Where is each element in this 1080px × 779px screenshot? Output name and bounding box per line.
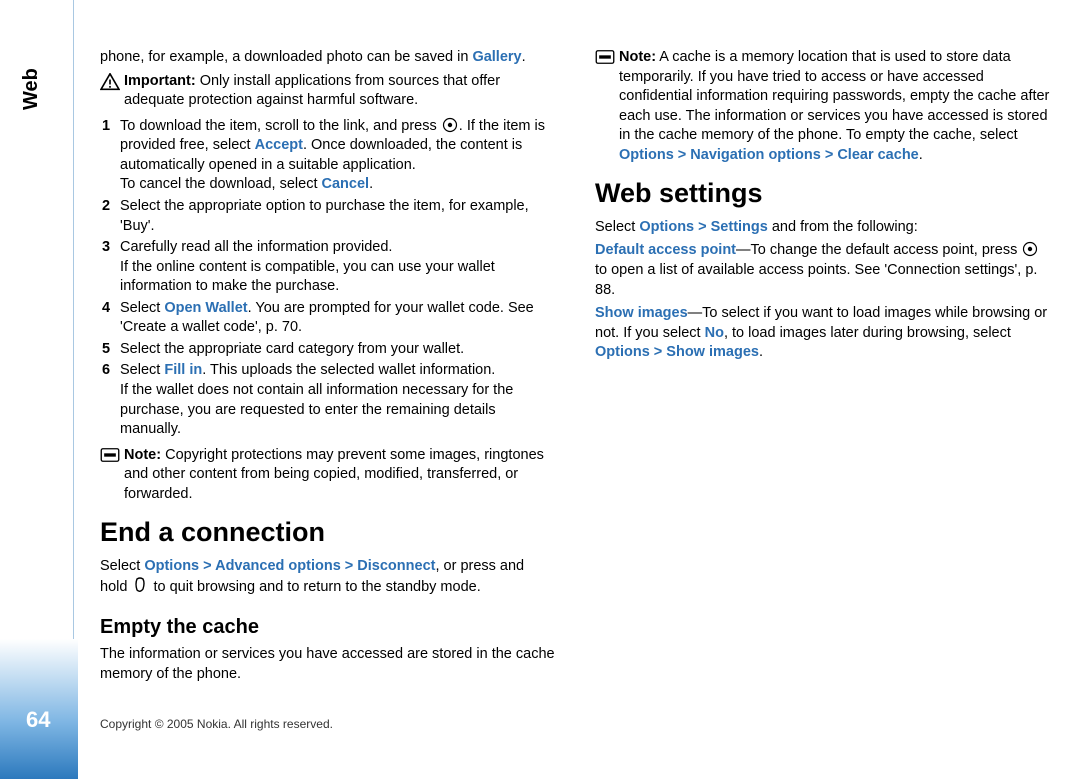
heading-web-settings: Web settings bbox=[595, 175, 1050, 211]
copyright: Copyright © 2005 Nokia. All rights reser… bbox=[100, 717, 333, 731]
sidebar: Web 64 bbox=[0, 0, 78, 779]
important-icon bbox=[100, 73, 120, 98]
intro-text: phone, for example, a downloaded photo c… bbox=[100, 48, 555, 68]
page-number: 64 bbox=[26, 707, 50, 733]
gallery-link: Gallery bbox=[472, 49, 521, 65]
web-settings-intro: Select Options > Settings and from the f… bbox=[595, 218, 1050, 238]
step-1: To download the item, scroll to the link… bbox=[100, 117, 555, 195]
page-content: phone, for example, a downloaded photo c… bbox=[100, 48, 1050, 699]
step-5: Select the appropriate card category fro… bbox=[100, 340, 555, 360]
step-2: Select the appropriate option to purchas… bbox=[100, 197, 555, 236]
empty-cache-text: The information or services you have acc… bbox=[100, 645, 555, 684]
note-icon bbox=[100, 447, 120, 470]
end-key-icon bbox=[132, 576, 148, 594]
step-3: Carefully read all the information provi… bbox=[100, 238, 555, 297]
note-callout-copyright: Note: Copyright protections may prevent … bbox=[100, 446, 555, 505]
end-connection-text: Select Options > Advanced options > Disc… bbox=[100, 557, 555, 598]
important-callout: Important: Only install applications fro… bbox=[100, 72, 555, 111]
heading-end-connection: End a connection bbox=[100, 514, 555, 550]
heading-empty-cache: Empty the cache bbox=[100, 614, 555, 641]
show-images: Show images—To select if you want to loa… bbox=[595, 304, 1050, 363]
note-callout-cache: Note: A cache is a memory location that … bbox=[595, 48, 1050, 165]
default-access-point: Default access point—To change the defau… bbox=[595, 241, 1050, 300]
steps-list: To download the item, scroll to the link… bbox=[100, 117, 555, 440]
select-key-icon bbox=[1022, 241, 1038, 257]
step-6: Select Fill in. This uploads the selecte… bbox=[100, 361, 555, 439]
step-4: Select Open Wallet. You are prompted for… bbox=[100, 299, 555, 338]
select-key-icon bbox=[442, 117, 458, 133]
tab-label: Web bbox=[20, 68, 43, 110]
note-icon bbox=[595, 49, 615, 72]
